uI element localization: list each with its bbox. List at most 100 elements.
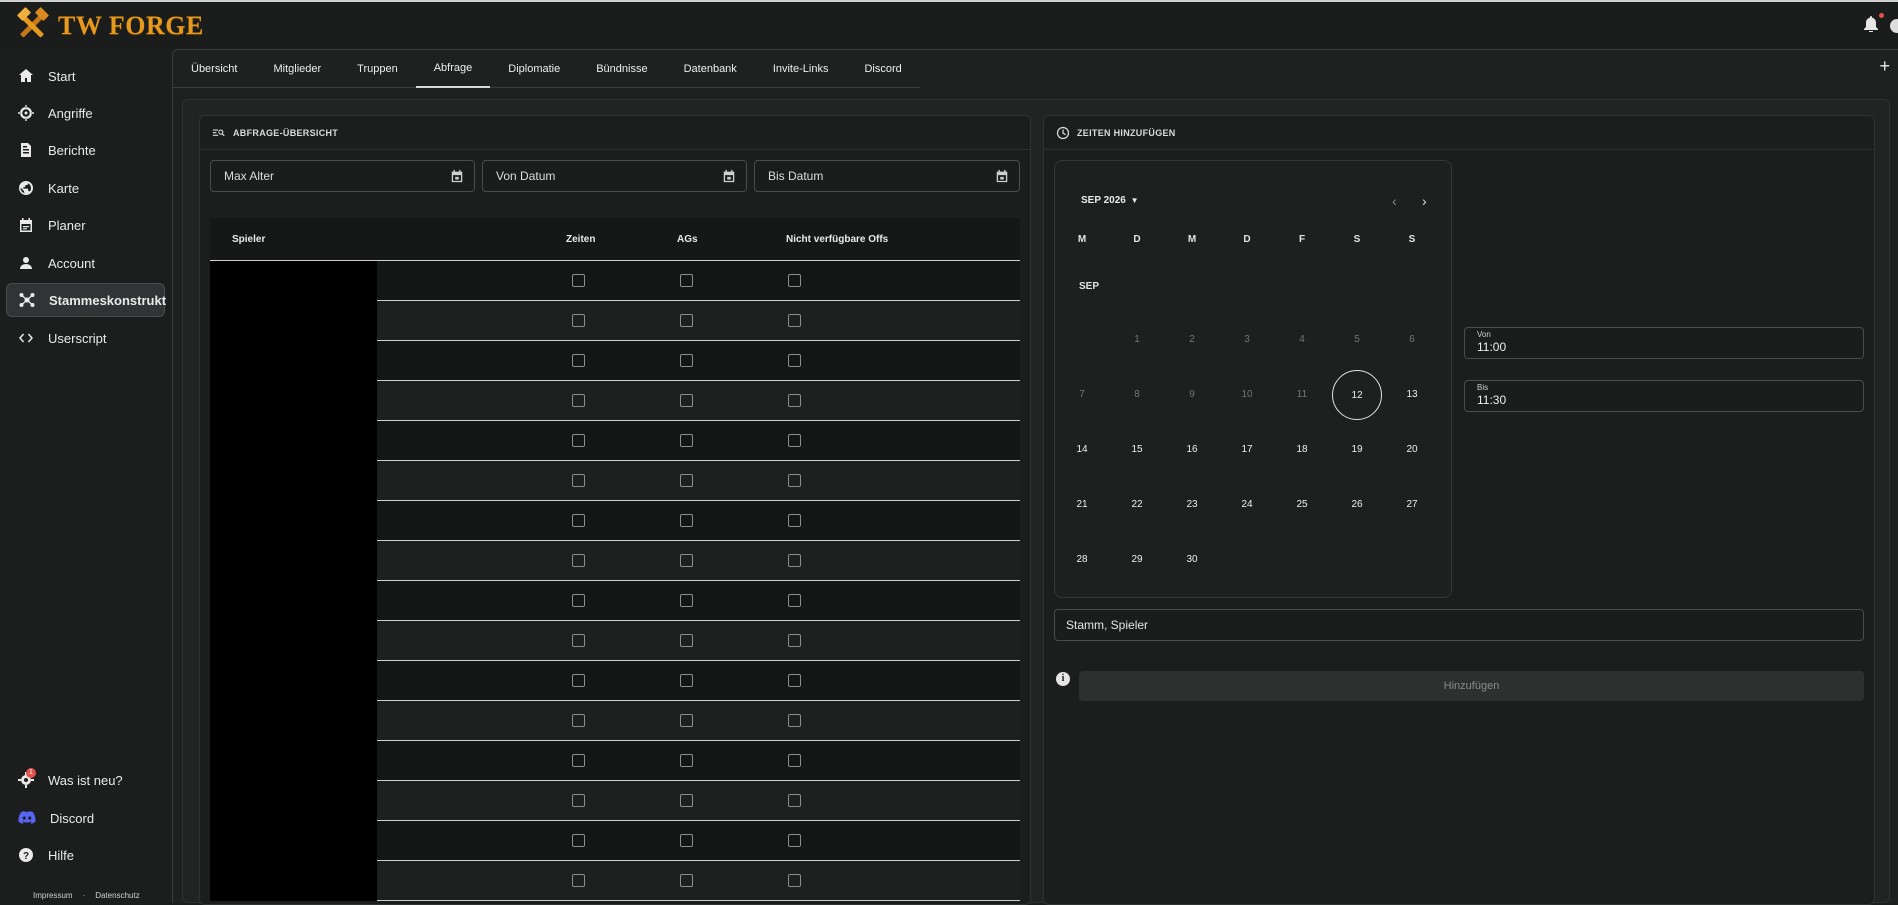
calendar-day[interactable]: 21 [1057,480,1107,530]
max-alter-field[interactable]: Max Alter [210,160,475,192]
sidebar-item-karte[interactable]: Karte [6,171,165,205]
info-icon[interactable]: i [1056,672,1070,686]
ags-checkbox[interactable] [680,434,693,447]
tab-discord[interactable]: Discord [846,50,919,88]
offs-checkbox[interactable] [788,594,801,607]
sidebar-item-hilfe[interactable]: ? Hilfe [6,838,165,872]
notifications-button[interactable] [1864,16,1878,37]
zeiten-checkbox[interactable] [572,354,585,367]
ags-checkbox[interactable] [680,594,693,607]
sidebar-item-planer[interactable]: Planer [6,208,165,242]
ags-checkbox[interactable] [680,634,693,647]
calendar-day[interactable]: 28 [1057,535,1107,585]
zeiten-checkbox[interactable] [572,314,585,327]
calendar-day[interactable]: 14 [1057,425,1107,475]
tab-invite-links[interactable]: Invite-Links [755,50,847,88]
calendar-day-selected[interactable]: 12 [1332,370,1382,420]
offs-checkbox[interactable] [788,554,801,567]
month-year-selector[interactable]: SEP 2026 ▼ [1081,195,1139,206]
col-spieler[interactable]: Spieler [232,234,265,245]
zeiten-checkbox[interactable] [572,634,585,647]
tab-truppen[interactable]: Truppen [339,50,416,88]
user-menu-icon[interactable] [1890,19,1898,33]
sidebar-item-stammeskonstrukt[interactable]: Stammeskonstrukt [6,283,166,317]
ags-checkbox[interactable] [680,354,693,367]
von-time-field[interactable]: Von 11:00 [1464,327,1864,359]
von-datum-field[interactable]: Von Datum [482,160,747,192]
ags-checkbox[interactable] [680,314,693,327]
calendar-day[interactable]: 29 [1112,535,1162,585]
tab-buendnisse[interactable]: Bündnisse [578,50,665,88]
offs-checkbox[interactable] [788,314,801,327]
sidebar-item-discord[interactable]: Discord [6,801,165,835]
impressum-link[interactable]: Impressum [33,891,73,900]
zeiten-checkbox[interactable] [572,514,585,527]
zeiten-checkbox[interactable] [572,754,585,767]
zeiten-checkbox[interactable] [572,554,585,567]
offs-checkbox[interactable] [788,634,801,647]
calendar-day[interactable]: 22 [1112,480,1162,530]
offs-checkbox[interactable] [788,394,801,407]
sidebar-item-account[interactable]: Account [6,246,165,280]
offs-checkbox[interactable] [788,874,801,887]
add-tab-button[interactable]: + [1879,56,1890,77]
ags-checkbox[interactable] [680,874,693,887]
sidebar-item-angriffe[interactable]: Angriffe [6,96,165,130]
logo[interactable]: TW FORGE [14,6,204,46]
zeiten-checkbox[interactable] [572,794,585,807]
calendar-icon[interactable] [722,169,736,183]
stamm-spieler-input[interactable]: Stamm, Spieler [1054,609,1864,641]
zeiten-checkbox[interactable] [572,714,585,727]
offs-checkbox[interactable] [788,794,801,807]
hinzufuegen-button[interactable]: Hinzufügen [1079,671,1864,701]
calendar-day[interactable]: 24 [1222,480,1272,530]
ags-checkbox[interactable] [680,554,693,567]
ags-checkbox[interactable] [680,674,693,687]
ags-checkbox[interactable] [680,474,693,487]
zeiten-checkbox[interactable] [572,594,585,607]
offs-checkbox[interactable] [788,434,801,447]
zeiten-checkbox[interactable] [572,434,585,447]
ags-checkbox[interactable] [680,714,693,727]
col-zeiten[interactable]: Zeiten [566,234,595,245]
calendar-day[interactable]: 13 [1387,370,1437,420]
ags-checkbox[interactable] [680,274,693,287]
tab-mitglieder[interactable]: Mitglieder [255,50,339,88]
sidebar-item-start[interactable]: Start [6,59,165,93]
sidebar-item-berichte[interactable]: Berichte [6,133,165,167]
calendar-day[interactable]: 20 [1387,425,1437,475]
ags-checkbox[interactable] [680,754,693,767]
calendar-day[interactable]: 23 [1167,480,1217,530]
ags-checkbox[interactable] [680,394,693,407]
zeiten-checkbox[interactable] [572,274,585,287]
calendar-day[interactable]: 16 [1167,425,1217,475]
next-month-button[interactable]: › [1422,193,1427,209]
offs-checkbox[interactable] [788,514,801,527]
offs-checkbox[interactable] [788,354,801,367]
zeiten-checkbox[interactable] [572,834,585,847]
bis-time-field[interactable]: Bis 11:30 [1464,380,1864,412]
offs-checkbox[interactable] [788,714,801,727]
col-offs[interactable]: Nicht verfügbare Offs [786,234,888,245]
offs-checkbox[interactable] [788,754,801,767]
calendar-day[interactable]: 27 [1387,480,1437,530]
calendar-day[interactable]: 30 [1167,535,1217,585]
zeiten-checkbox[interactable] [572,474,585,487]
ags-checkbox[interactable] [680,514,693,527]
calendar-day[interactable]: 26 [1332,480,1382,530]
calendar-day[interactable]: 17 [1222,425,1272,475]
tab-abfrage[interactable]: Abfrage [415,50,491,88]
sidebar-item-userscript[interactable]: Userscript [6,321,165,355]
calendar-day[interactable]: 15 [1112,425,1162,475]
offs-checkbox[interactable] [788,274,801,287]
datenschutz-link[interactable]: Datenschutz [95,891,139,900]
zeiten-checkbox[interactable] [572,674,585,687]
ags-checkbox[interactable] [680,834,693,847]
prev-month-button[interactable]: ‹ [1392,193,1397,209]
ags-checkbox[interactable] [680,794,693,807]
zeiten-checkbox[interactable] [572,874,585,887]
tab-diplomatie[interactable]: Diplomatie [490,50,578,88]
calendar-day[interactable]: 25 [1277,480,1327,530]
zeiten-checkbox[interactable] [572,394,585,407]
bis-datum-field[interactable]: Bis Datum [754,160,1020,192]
